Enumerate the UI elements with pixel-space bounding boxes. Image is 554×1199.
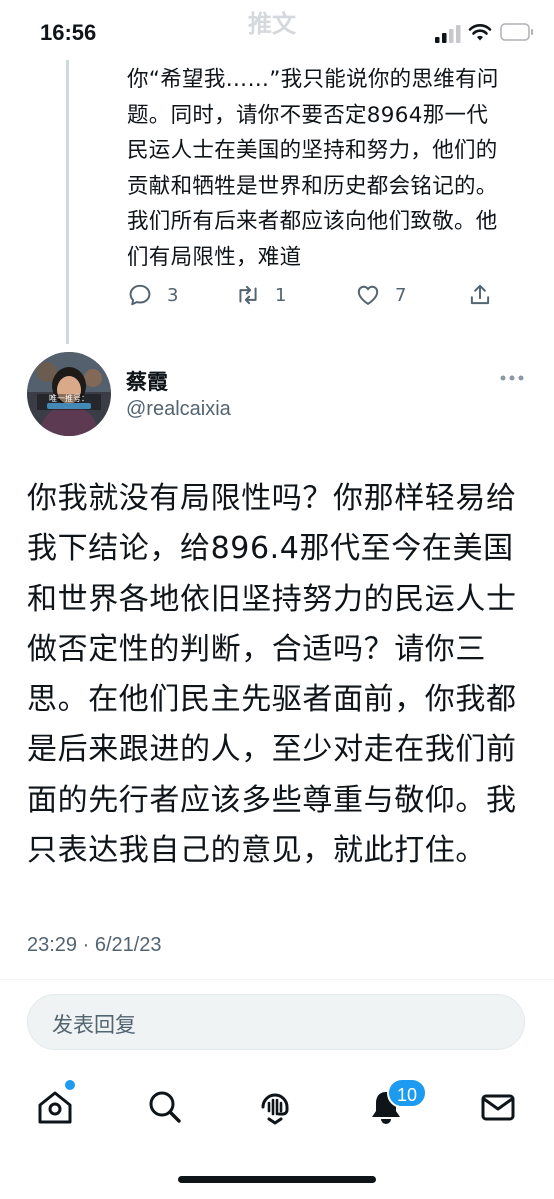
tab-home[interactable] bbox=[35, 1087, 75, 1127]
notifications-badge: 10 bbox=[387, 1078, 427, 1108]
reply-button[interactable]: 3 bbox=[127, 278, 178, 312]
status-bar: 推文 16:56 bbox=[0, 0, 554, 68]
previous-tweet-actions: 3 1 7 bbox=[127, 278, 507, 312]
tab-spaces[interactable] bbox=[255, 1087, 295, 1127]
heart-icon bbox=[357, 285, 379, 305]
battery-icon bbox=[500, 23, 533, 41]
spaces-icon bbox=[261, 1093, 289, 1125]
tab-search[interactable] bbox=[145, 1087, 185, 1127]
wifi-icon bbox=[468, 24, 492, 41]
tab-messages[interactable] bbox=[478, 1087, 518, 1127]
share-icon bbox=[470, 284, 490, 305]
reply-count: 3 bbox=[167, 284, 179, 306]
reply-input[interactable]: 发表回复 bbox=[27, 994, 525, 1050]
avatar[interactable]: 唯一推号： bbox=[27, 352, 111, 436]
messages-icon bbox=[481, 1094, 515, 1121]
author-handle[interactable]: @realcaixia bbox=[126, 398, 231, 421]
like-count: 7 bbox=[395, 284, 407, 306]
retweet-button[interactable]: 1 bbox=[235, 278, 286, 312]
reply-placeholder: 发表回复 bbox=[52, 1013, 136, 1037]
share-button[interactable] bbox=[467, 278, 493, 312]
home-icon bbox=[38, 1091, 72, 1124]
like-button[interactable]: 7 bbox=[355, 278, 406, 312]
bottom-tab-bar bbox=[0, 1075, 554, 1145]
tweet-timestamp: 23:29 · 6/21/23 bbox=[27, 934, 162, 956]
previous-tweet-text: 你“希望我……”我只能说你的思维有问题。同时，请你不要否定8964那一代民运人士… bbox=[127, 67, 499, 270]
cellular-signal-icon bbox=[435, 25, 461, 43]
avatar-image: 唯一推号： bbox=[27, 352, 111, 436]
home-indicator[interactable] bbox=[178, 1176, 376, 1183]
thread-connector-line bbox=[66, 60, 69, 344]
home-new-indicator bbox=[63, 1078, 77, 1092]
header-title: 推文 bbox=[248, 10, 296, 38]
author-name[interactable]: 蔡霞 bbox=[126, 366, 168, 396]
retweet-count: 1 bbox=[275, 284, 287, 306]
more-options-icon[interactable] bbox=[499, 372, 525, 384]
retweet-icon bbox=[239, 285, 257, 305]
divider bbox=[0, 979, 554, 980]
search-icon bbox=[149, 1091, 181, 1123]
avatar-caption: 唯一推号： bbox=[49, 393, 89, 403]
status-time: 16:56 bbox=[40, 20, 97, 45]
reply-icon bbox=[129, 284, 151, 306]
tweet-text: 你我就没有局限性吗？你那样轻易给我下结论，给896.4那代至今在美国和世界各地依… bbox=[27, 481, 517, 869]
